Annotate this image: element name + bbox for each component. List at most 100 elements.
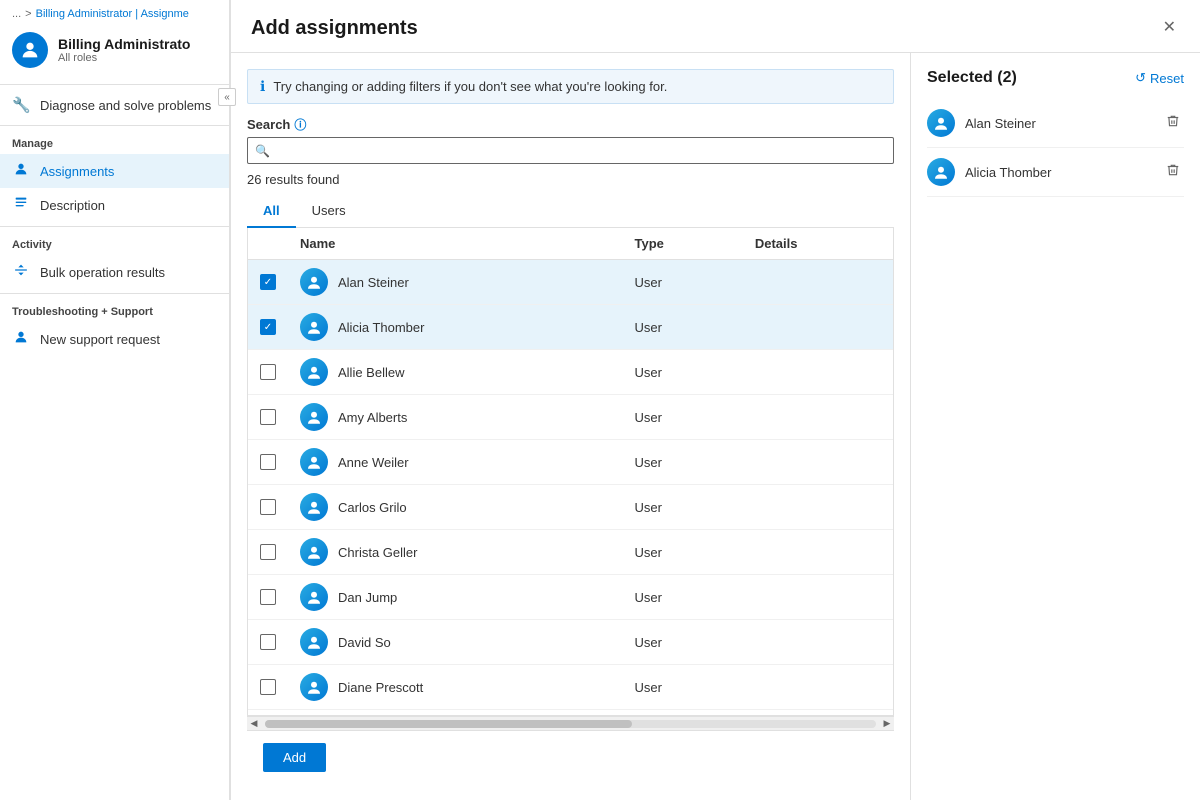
- user-type-cell: User: [623, 305, 743, 350]
- user-name-cell: Dan Jump: [288, 575, 623, 620]
- user-details-cell: [743, 575, 893, 620]
- manage-section-label: Manage: [0, 130, 229, 154]
- main-content: Add assignments ✕ ℹ Try changing or addi…: [230, 0, 1200, 800]
- user-details-cell: [743, 395, 893, 440]
- scroll-track[interactable]: [265, 720, 876, 728]
- remove-selected-button[interactable]: [1162, 161, 1184, 183]
- user-name-cell: Anne Weiler: [288, 440, 623, 485]
- scroll-left-arrow[interactable]: ◀: [247, 717, 261, 731]
- row-checkbox[interactable]: [260, 364, 276, 380]
- user-name-cell: Carlos Grilo: [288, 485, 623, 530]
- selected-item-name: Alicia Thomber: [965, 165, 1152, 180]
- user-type-cell: User: [623, 350, 743, 395]
- remove-selected-button[interactable]: [1162, 112, 1184, 134]
- search-input[interactable]: [248, 138, 893, 163]
- profile-subtitle: All roles: [58, 52, 190, 64]
- user-name: Christa Geller: [338, 545, 417, 560]
- row-checkbox[interactable]: [260, 409, 276, 425]
- row-checkbox[interactable]: ✓: [260, 319, 276, 335]
- scroll-thumb[interactable]: [265, 720, 632, 728]
- user-name: Carlos Grilo: [338, 500, 407, 515]
- selected-title: Selected (2): [927, 69, 1017, 87]
- sidebar-item-support[interactable]: New support request: [0, 322, 229, 356]
- user-details-cell: [743, 530, 893, 575]
- sidebar-collapse-button[interactable]: «: [218, 88, 236, 106]
- avatar: [12, 32, 48, 68]
- selected-header: Selected (2) ↺ Reset: [927, 69, 1184, 87]
- close-button[interactable]: ✕: [1159, 16, 1180, 40]
- table-row[interactable]: Dan JumpUser: [248, 575, 893, 620]
- selected-user-avatar: [927, 158, 955, 186]
- table-row[interactable]: Anne WeilerUser: [248, 440, 893, 485]
- table-row[interactable]: Allie Bellew User: [248, 350, 893, 395]
- user-name-cell: David So: [288, 620, 623, 665]
- user-type-cell: User: [623, 260, 743, 305]
- user-details-cell: [743, 485, 893, 530]
- user-avatar: [300, 628, 328, 656]
- tabs-bar: All Users: [247, 195, 894, 228]
- row-checkbox[interactable]: [260, 544, 276, 560]
- row-checkbox[interactable]: [260, 589, 276, 605]
- user-details-cell: [743, 350, 893, 395]
- help-icon[interactable]: ⓘ: [294, 116, 306, 133]
- modal-footer: Add: [247, 730, 894, 784]
- row-checkbox[interactable]: [260, 679, 276, 695]
- row-checkbox[interactable]: ✓: [260, 274, 276, 290]
- breadcrumb-link[interactable]: Billing Administrator | Assignme: [36, 8, 189, 20]
- breadcrumb: ... > Billing Administrator | Assignme: [0, 0, 229, 24]
- support-icon: [12, 329, 30, 349]
- selected-item: Alan Steiner: [927, 99, 1184, 148]
- table-row[interactable]: Christa GellerUser: [248, 530, 893, 575]
- add-button[interactable]: Add: [263, 743, 326, 772]
- reset-button[interactable]: ↺ Reset: [1135, 70, 1184, 86]
- modal-panel: Add assignments ✕ ℹ Try changing or addi…: [230, 0, 1200, 800]
- reset-icon: ↺: [1135, 70, 1146, 86]
- scroll-right-arrow[interactable]: ▶: [880, 717, 894, 731]
- sidebar-item-bulk[interactable]: Bulk operation results: [0, 255, 229, 289]
- selected-item: Alicia Thomber: [927, 148, 1184, 197]
- user-avatar: [300, 493, 328, 521]
- user-name: Allie Bellew: [338, 365, 404, 380]
- users-table-container[interactable]: Name Type Details ✓Alan SteinerUser✓Alic…: [247, 228, 894, 716]
- table-row[interactable]: ✓ Alicia Thomber User: [248, 305, 893, 350]
- row-checkbox[interactable]: [260, 634, 276, 650]
- user-type-cell: User: [623, 485, 743, 530]
- table-row[interactable]: David SoUser: [248, 620, 893, 665]
- user-avatar: [300, 538, 328, 566]
- assignments-icon: [12, 161, 30, 181]
- search-section: Search ⓘ 🔍: [247, 116, 894, 164]
- user-details-cell: [743, 665, 893, 710]
- content-area: ℹ Try changing or adding filters if you …: [231, 53, 910, 800]
- user-name: Alicia Thomber: [338, 320, 424, 335]
- col-details: Details: [743, 228, 893, 260]
- selected-item-name: Alan Steiner: [965, 116, 1152, 131]
- row-checkbox[interactable]: [260, 454, 276, 470]
- sidebar-item-assignments[interactable]: Assignments: [0, 154, 229, 188]
- support-label: New support request: [40, 332, 160, 347]
- user-name-cell: Allie Bellew: [288, 350, 623, 395]
- troubleshooting-section-label: Troubleshooting + Support: [0, 298, 229, 322]
- sidebar-profile: Billing Administrato All roles: [0, 24, 229, 80]
- info-banner: ℹ Try changing or adding filters if you …: [247, 69, 894, 104]
- horizontal-scrollbar[interactable]: ◀ ▶: [247, 716, 894, 730]
- user-name: Dan Jump: [338, 590, 397, 605]
- search-icon: 🔍: [255, 144, 270, 158]
- table-row[interactable]: Carlos Grilo User: [248, 485, 893, 530]
- tab-users[interactable]: Users: [296, 195, 362, 228]
- table-row[interactable]: ✓Alan SteinerUser: [248, 260, 893, 305]
- assignments-label: Assignments: [40, 164, 114, 179]
- table-header-row: Name Type Details: [248, 228, 893, 260]
- table-row[interactable]: Diane PrescottUser: [248, 665, 893, 710]
- table-row[interactable]: Amy AlbertsUser: [248, 395, 893, 440]
- user-name: Amy Alberts: [338, 410, 407, 425]
- results-count: 26 results found: [247, 172, 894, 187]
- tab-all[interactable]: All: [247, 195, 296, 228]
- user-avatar: [300, 583, 328, 611]
- sidebar-item-diagnose[interactable]: 🔧 Diagnose and solve problems: [0, 89, 229, 121]
- col-name: Name: [288, 228, 623, 260]
- user-details-cell: [743, 620, 893, 665]
- divider-activity: [0, 226, 229, 227]
- sidebar-item-description[interactable]: Description: [0, 188, 229, 222]
- row-checkbox[interactable]: [260, 499, 276, 515]
- user-avatar: [300, 448, 328, 476]
